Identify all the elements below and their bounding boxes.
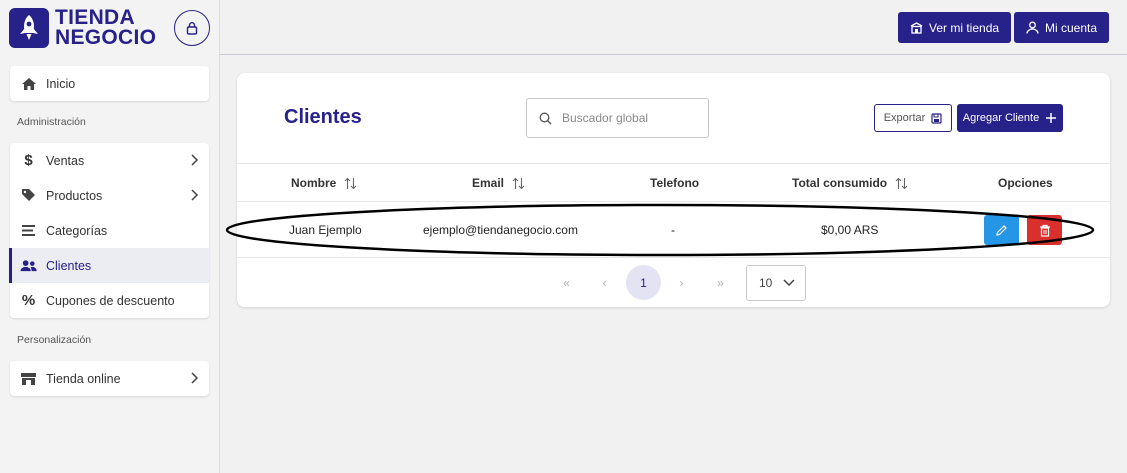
sort-icon[interactable] (512, 177, 525, 190)
nav-admin-card: $ Ventas Productos Categorías Clientes % (9, 143, 209, 318)
user-icon (1026, 21, 1039, 34)
sidebar-item-label: Clientes (46, 258, 92, 273)
edit-button[interactable] (984, 215, 1019, 245)
sidebar-item-label: Productos (46, 188, 103, 203)
sidebar-item-inicio[interactable]: Inicio (10, 66, 209, 101)
users-icon (20, 257, 37, 274)
sort-icon[interactable] (895, 177, 908, 190)
clients-card: Clientes Exportar Agregar Cliente Nombre… (237, 73, 1110, 307)
column-label: Email (472, 176, 505, 190)
export-button[interactable]: Exportar (874, 104, 952, 132)
next-page-button[interactable]: › (664, 265, 699, 300)
plus-icon (1046, 113, 1057, 123)
sidebar-item-label: Categorías (46, 223, 108, 238)
list-icon (20, 222, 37, 239)
percent-icon: % (21, 292, 36, 309)
chevron-right-icon (191, 189, 199, 201)
tag-icon (20, 187, 37, 204)
search-icon (539, 112, 552, 124)
column-label: Opciones (998, 176, 1053, 190)
page-1-button[interactable]: 1 (626, 265, 661, 300)
cell-phone: - (671, 223, 675, 237)
sidebar-item-productos[interactable]: Productos (10, 178, 209, 213)
first-page-button[interactable]: « (549, 265, 584, 300)
sidebar-item-clientes[interactable]: Clientes (9, 248, 209, 283)
my-account-button[interactable]: Mi cuenta (1014, 12, 1110, 43)
sidebar-item-label: Cupones de descuento (46, 293, 175, 308)
table-header: Nombre Email Telefono Total consumido Op… (237, 163, 1110, 202)
delete-button[interactable] (1027, 215, 1062, 245)
section-label-admin: Administración (17, 116, 86, 128)
brand-line-2: NEGOCIO (55, 26, 157, 49)
column-header-total[interactable]: Total consumido (792, 176, 908, 190)
column-header-telefono: Telefono (650, 176, 699, 190)
column-header-email[interactable]: Email (472, 176, 525, 190)
chevron-right-icon (191, 154, 199, 166)
lock-button[interactable] (174, 10, 210, 46)
sort-icon[interactable] (344, 177, 357, 190)
section-label-personalizacion: Personalización (17, 334, 92, 346)
sidebar-item-label: Tienda online (46, 371, 121, 386)
pencil-icon (996, 224, 1007, 236)
store-icon (910, 21, 923, 34)
sidebar-item-cupones[interactable]: % Cupones de descuento (10, 283, 209, 318)
sidebar-item-tienda-online[interactable]: Tienda online (10, 361, 209, 396)
nav-custom-card: Tienda online (10, 361, 209, 396)
rows-per-page-value: 10 (759, 276, 773, 290)
chevron-down-icon (783, 279, 795, 287)
sidebar-item-label: Inicio (46, 76, 76, 91)
dollar-icon: $ (24, 152, 33, 169)
export-label: Exportar (883, 112, 926, 124)
trash-icon (1039, 224, 1050, 237)
cell-name: Juan Ejemplo (289, 223, 362, 237)
prev-page-button[interactable]: ‹ (587, 265, 622, 300)
add-client-label: Agregar Cliente (962, 112, 1040, 124)
brand-line-1: TIENDA (55, 6, 135, 29)
brand: TIENDA NEGOCIO (0, 0, 219, 56)
column-header-opciones: Opciones (998, 176, 1053, 190)
view-store-label: Ver mi tienda (929, 20, 1000, 35)
column-label: Telefono (650, 176, 700, 190)
save-icon (931, 112, 942, 124)
brand-name: TIENDA NEGOCIO (55, 6, 157, 49)
store-icon (20, 370, 37, 387)
search-box[interactable] (526, 98, 709, 138)
rocket-logo-icon[interactable] (9, 8, 49, 48)
column-label: Nombre (291, 176, 337, 190)
last-page-button[interactable]: » (703, 265, 738, 300)
my-account-label: Mi cuenta (1045, 20, 1098, 35)
view-store-button[interactable]: Ver mi tienda (898, 12, 1012, 43)
lock-icon (186, 22, 198, 35)
cell-total: $0,00 ARS (821, 223, 879, 237)
rows-per-page-select[interactable]: 10 (746, 265, 806, 301)
sidebar-item-ventas[interactable]: $ Ventas (10, 143, 209, 178)
column-label: Total consumido (792, 176, 888, 190)
sidebar: TIENDA NEGOCIO Inicio Administración $ V… (0, 0, 220, 473)
add-client-button[interactable]: Agregar Cliente (957, 104, 1063, 132)
chevron-right-icon (191, 372, 199, 384)
search-input[interactable] (562, 111, 702, 125)
sidebar-item-categorias[interactable]: Categorías (10, 213, 209, 248)
home-icon (20, 75, 37, 92)
cell-email: ejemplo@tiendanegocio.com (423, 223, 578, 237)
page-title: Clientes (284, 106, 362, 128)
pagination: « ‹ 1 › » 10 (237, 265, 1110, 301)
sidebar-item-label: Ventas (46, 153, 85, 168)
topbar: Ver mi tienda Mi cuenta (220, 0, 1127, 55)
table-row: Juan Ejemplo ejemplo@tiendanegocio.com -… (237, 202, 1110, 258)
nav-home-card: Inicio (10, 66, 209, 101)
column-header-nombre[interactable]: Nombre (291, 176, 357, 190)
